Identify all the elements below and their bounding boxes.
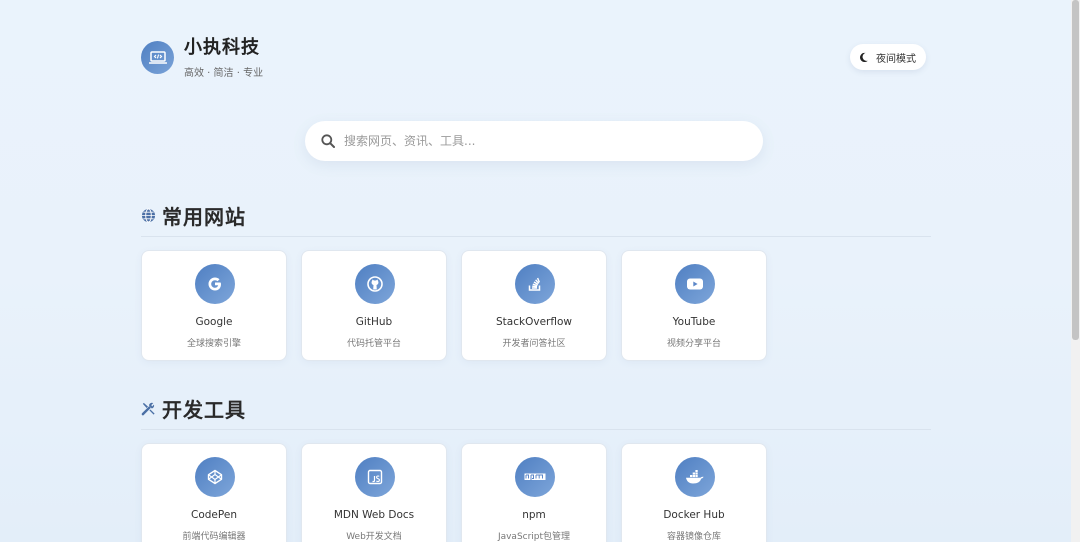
night-mode-button[interactable]: 夜间模式	[850, 44, 926, 70]
search-input[interactable]	[344, 134, 724, 148]
scrollbar-thumb[interactable]	[1072, 0, 1079, 340]
card-name: StackOverflow	[496, 316, 572, 328]
section-title: 开发工具	[162, 398, 246, 422]
github-icon	[355, 264, 395, 304]
site-card-stackoverflow[interactable]: StackOverflow 开发者问答社区	[461, 250, 607, 361]
card-name: CodePen	[191, 509, 237, 521]
tool-card-mdn[interactable]: MDN Web Docs Web开发文档	[301, 443, 447, 542]
tool-card-npm[interactable]: npm JavaScript包管理	[461, 443, 607, 542]
card-desc: 开发者问答社区	[502, 339, 566, 349]
docker-icon	[675, 457, 715, 497]
card-desc: 容器镜像仓库	[666, 532, 721, 542]
js-doc-icon	[355, 457, 395, 497]
card-desc: JavaScript包管理	[497, 532, 571, 542]
google-icon	[195, 264, 235, 304]
site-card-youtube[interactable]: YouTube 视频分享平台	[621, 250, 767, 361]
card-desc: 前端代码编辑器	[182, 532, 246, 542]
brand-header[interactable]: 小执科技 高效 · 简洁 · 专业	[141, 37, 264, 79]
card-desc: 全球搜索引擎	[186, 339, 241, 349]
card-desc: Web开发文档	[346, 532, 402, 542]
card-name: MDN Web Docs	[333, 509, 415, 521]
card-name: YouTube	[672, 316, 716, 328]
globe-icon	[141, 208, 156, 223]
search-bar[interactable]	[305, 121, 763, 161]
tools-icon	[141, 402, 155, 416]
site-card-github[interactable]: GitHub 代码托管平台	[301, 250, 447, 361]
site-title: 小执科技	[184, 37, 260, 58]
card-name: Docker Hub	[663, 509, 725, 521]
night-mode-label: 夜间模式	[876, 53, 916, 65]
search-icon	[321, 134, 335, 148]
codepen-icon	[195, 457, 235, 497]
section-header-dev-tools: 开发工具	[141, 394, 931, 423]
section-divider	[141, 429, 931, 430]
scrollbar-track[interactable]	[1071, 0, 1080, 542]
tool-card-dockerhub[interactable]: Docker Hub 容器镜像仓库	[621, 443, 767, 542]
npm-icon	[515, 457, 555, 497]
section-title: 常用网站	[162, 205, 246, 229]
tool-card-codepen[interactable]: CodePen 前端代码编辑器	[141, 443, 287, 542]
page-container: 小执科技 高效 · 简洁 · 专业 夜间模式 常用网站 Googl	[141, 0, 931, 542]
section-divider	[141, 236, 931, 237]
card-desc: 视频分享平台	[666, 339, 721, 349]
stackoverflow-icon	[515, 264, 555, 304]
code-laptop-icon	[141, 41, 174, 74]
site-card-google[interactable]: Google 全球搜索引擎	[141, 250, 287, 361]
youtube-icon	[675, 264, 715, 304]
card-name: npm	[522, 509, 546, 521]
section-header-common-sites: 常用网站	[141, 201, 931, 230]
card-name: GitHub	[355, 316, 393, 328]
site-tagline: 高效 · 简洁 · 专业	[184, 68, 264, 79]
moon-icon	[860, 52, 868, 62]
card-desc: 代码托管平台	[346, 339, 401, 349]
card-name: Google	[195, 316, 233, 328]
